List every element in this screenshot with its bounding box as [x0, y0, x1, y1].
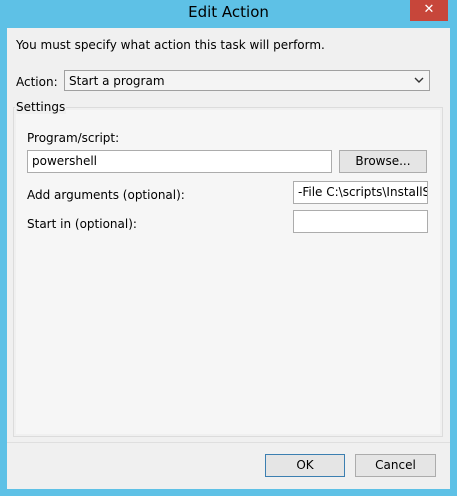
start-in-label: Start in (optional):	[27, 217, 137, 231]
action-select[interactable]: Start a program	[64, 70, 430, 91]
footer-divider	[7, 442, 450, 443]
window-title: Edit Action	[188, 3, 269, 21]
start-in-input[interactable]	[293, 210, 428, 233]
action-label: Action:	[16, 75, 58, 89]
chevron-down-icon	[414, 77, 424, 83]
add-arguments-input[interactable]: -File C:\scripts\InstallSof	[293, 181, 428, 204]
cancel-button[interactable]: Cancel	[355, 454, 436, 477]
title-bar[interactable]: Edit Action ✕	[0, 0, 457, 28]
program-script-label: Program/script:	[27, 131, 120, 145]
dialog-body: You must specify what action this task w…	[7, 28, 450, 489]
add-arguments-label: Add arguments (optional):	[27, 188, 185, 202]
browse-button[interactable]: Browse...	[339, 150, 427, 173]
intro-text: You must specify what action this task w…	[16, 38, 325, 52]
settings-group-label: Settings	[15, 100, 67, 114]
program-script-input[interactable]: powershell	[27, 150, 332, 173]
edit-action-window: Edit Action ✕ You must specify what acti…	[0, 0, 457, 496]
action-select-value: Start a program	[69, 74, 165, 88]
ok-button[interactable]: OK	[265, 454, 345, 477]
close-icon: ✕	[423, 2, 435, 17]
close-button[interactable]: ✕	[410, 0, 448, 21]
